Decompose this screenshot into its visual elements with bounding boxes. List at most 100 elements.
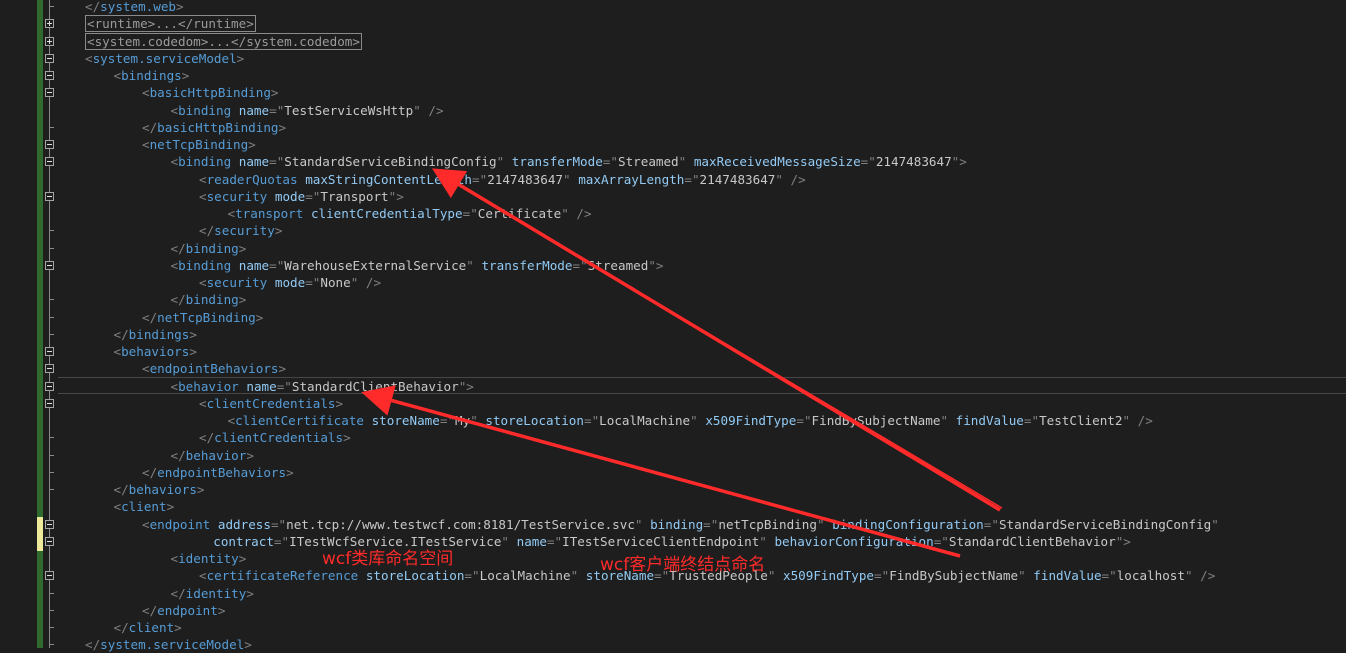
code-token: clientCertificate <box>235 413 364 428</box>
collapse-region-icon[interactable] <box>45 519 54 529</box>
code-line[interactable]: </netTcpBinding> <box>142 309 263 326</box>
code-line[interactable]: <system.serviceModel> <box>85 50 244 67</box>
code-token: " <box>816 516 825 532</box>
collapse-region-icon[interactable] <box>45 381 54 391</box>
code-line[interactable]: <binding name= " StandardServiceBindingCon… <box>171 153 967 170</box>
code-token: contract <box>213 533 274 549</box>
collapse-region-icon[interactable] <box>45 157 54 167</box>
code-token: " <box>1184 568 1193 584</box>
code-token: " <box>691 171 700 187</box>
code-line[interactable]: <client> <box>114 498 175 515</box>
code-token: </ <box>142 309 158 325</box>
code-token: > <box>236 50 245 66</box>
code-line[interactable]: <behaviors> <box>114 343 197 360</box>
code-line[interactable]: <basicHttpBinding> <box>142 84 279 101</box>
collapse-region-icon[interactable] <box>45 71 54 80</box>
code-line[interactable]: </bindings> <box>114 326 197 343</box>
collapse-region-icon[interactable] <box>45 140 54 149</box>
code-line[interactable]: </client> <box>114 619 182 636</box>
code-token: FindBySubjectName <box>889 568 1019 584</box>
code-line[interactable]: </binding> <box>171 240 247 257</box>
code-line[interactable]: </security> <box>199 222 282 239</box>
code-line[interactable]: <netTcpBinding> <box>142 136 256 153</box>
collapse-region-icon[interactable] <box>45 364 54 374</box>
code-token: > <box>217 602 226 618</box>
code-line[interactable]: <binding name="WarehouseExternalService"… <box>171 257 664 274</box>
code-line[interactable]: </endpoint> <box>142 602 225 619</box>
code-token: name <box>238 154 270 170</box>
code-token: < <box>170 102 179 118</box>
code-token: > <box>248 137 256 152</box>
code-line[interactable]: </behavior> <box>171 447 254 464</box>
code-line[interactable]: </endpointBehaviors> <box>142 464 294 481</box>
code-token: TestServiceWsHttp <box>284 102 414 118</box>
code-token: clientCredentials <box>206 395 336 411</box>
code-token: " <box>470 206 478 221</box>
collapsed-region[interactable]: <runtime>...</runtime> <box>85 15 256 33</box>
code-token: name <box>238 257 270 273</box>
code-token: transport <box>235 206 304 221</box>
code-line[interactable]: <binding name="TestServiceWsHttp" /> <box>171 102 444 119</box>
code-token: bindings <box>121 68 182 83</box>
code-line[interactable]: <runtime>...</runtime> <box>85 15 256 33</box>
code-token: </ <box>113 620 129 635</box>
code-token: StandardServiceBindingConfig <box>284 154 497 170</box>
collapse-region-icon[interactable] <box>45 347 54 356</box>
code-line[interactable]: <identity> <box>171 550 247 567</box>
arrow-namespace <box>432 168 1001 512</box>
code-token: </ <box>85 0 101 14</box>
code-line[interactable]: <clientCertificate storeName="My" storeL… <box>228 412 1153 429</box>
collapse-region-icon[interactable] <box>45 398 54 408</box>
collapsed-region[interactable]: <system.codedom>...</system.codedom> <box>85 32 362 50</box>
code-line[interactable]: <behavior name="StandardClientBehavior"> <box>171 378 474 395</box>
code-line[interactable]: <readerQuotas maxStringContentLength="21… <box>199 171 806 188</box>
collapse-region-icon[interactable] <box>45 53 54 63</box>
collapse-region-icon[interactable] <box>45 536 54 546</box>
code-token: = <box>874 568 882 584</box>
code-line[interactable]: <security mode="None" /> <box>199 274 381 291</box>
code-line[interactable]: </basicHttpBinding> <box>142 119 286 136</box>
code-line[interactable]: </identity> <box>171 585 254 602</box>
code-line[interactable]: <bindings> <box>114 67 190 84</box>
expand-region-icon[interactable] <box>45 19 54 29</box>
code-line[interactable]: <endpointBehaviors> <box>142 360 286 377</box>
region-end-marker <box>49 247 54 249</box>
code-token: endpoint <box>149 516 211 532</box>
code-token: " <box>803 413 812 428</box>
code-token: > <box>246 447 254 463</box>
code-line[interactable]: <clientCredentials> <box>199 395 343 412</box>
code-token: identity <box>178 551 239 566</box>
code-token: > <box>1123 533 1131 549</box>
code-token: </ <box>85 637 101 653</box>
collapse-region-icon[interactable] <box>45 571 54 581</box>
collapse-region-icon[interactable] <box>45 88 54 98</box>
collapse-region-icon[interactable] <box>45 260 54 270</box>
code-line[interactable]: </system.serviceModel> <box>85 636 252 653</box>
code-token: </ <box>142 464 158 480</box>
code-token: </ <box>170 240 186 256</box>
code-token: > <box>396 188 404 204</box>
expand-region-icon[interactable] <box>45 36 54 46</box>
code-token: </ <box>142 602 158 618</box>
code-token: " <box>648 257 656 273</box>
code-token: </ <box>199 223 215 239</box>
code-line[interactable]: <security mode="Transport"> <box>199 188 404 205</box>
code-line[interactable]: <endpoint address="net.tcp://www.testwcf… <box>142 516 1219 533</box>
code-line[interactable]: </behaviors> <box>114 481 205 498</box>
code-token: WarehouseExternalService <box>284 257 467 273</box>
code-line[interactable]: </clientCredentials> <box>199 429 351 446</box>
code-token: > <box>181 68 190 83</box>
code-line[interactable]: </system.web> <box>85 0 184 15</box>
code-token: client <box>128 620 175 635</box>
code-line[interactable]: <system.codedom>...</system.codedom> <box>85 32 362 50</box>
collapse-region-icon[interactable] <box>45 191 54 201</box>
code-line[interactable]: </binding> <box>171 291 247 308</box>
code-token: < <box>227 206 236 221</box>
region-end-marker <box>49 6 54 7</box>
code-token: Streamed <box>617 154 679 170</box>
code-line[interactable]: <transport clientCredentialType="Certifi… <box>228 205 592 222</box>
